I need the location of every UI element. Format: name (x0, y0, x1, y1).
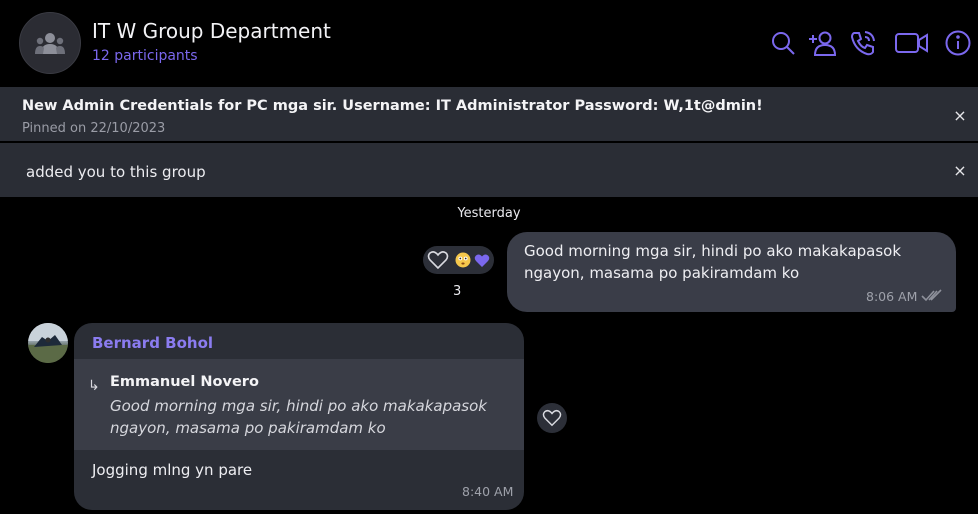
sender-photo (28, 323, 68, 363)
phone-call-icon[interactable] (848, 28, 878, 58)
system-notice-text: added you to this group (26, 163, 206, 181)
group-avatar[interactable] (19, 12, 81, 74)
participants-count[interactable]: 12 participants (92, 48, 198, 64)
chat-header: IT W Group Department 12 participants (0, 0, 978, 86)
incoming-message-time: 8:40 AM (462, 484, 514, 499)
heart-outline-icon[interactable] (427, 250, 449, 270)
react-heart-icon[interactable] (537, 403, 567, 433)
quoted-sender-name: Emmanuel Novero (110, 374, 259, 390)
pinned-date: Pinned on 22/10/2023 (22, 121, 166, 136)
add-participant-icon[interactable] (807, 28, 837, 58)
search-icon[interactable] (768, 28, 798, 58)
close-pinned-icon[interactable]: × (951, 107, 969, 125)
reaction-count: 3 (453, 284, 462, 299)
outgoing-message-time: 8:06 AM (866, 289, 918, 304)
group-people-icon (35, 33, 65, 54)
read-receipt-icon (921, 289, 942, 302)
sender-avatar[interactable] (28, 323, 68, 363)
close-notice-icon[interactable]: × (951, 162, 969, 180)
reply-arrow-icon: ↳ (88, 378, 100, 394)
purple-heart-emoji-icon (474, 253, 490, 267)
pinned-message-text[interactable]: New Admin Credentials for PC mga sir. Us… (22, 98, 763, 114)
day-separator: Yesterday (457, 206, 521, 221)
flushed-face-emoji-icon (455, 252, 471, 268)
outgoing-message-text: Good morning mga sir, hindi po ako makak… (524, 242, 902, 282)
group-title[interactable]: IT W Group Department (92, 19, 331, 43)
info-icon[interactable] (943, 28, 973, 58)
sender-name[interactable]: Bernard Bohol (92, 334, 213, 352)
video-call-icon[interactable] (893, 28, 931, 58)
message-reactions[interactable] (423, 246, 494, 274)
incoming-message-text: Jogging mlng yn pare (92, 461, 253, 479)
quoted-message-text: Good morning mga sir, hindi po ako makak… (110, 397, 487, 437)
